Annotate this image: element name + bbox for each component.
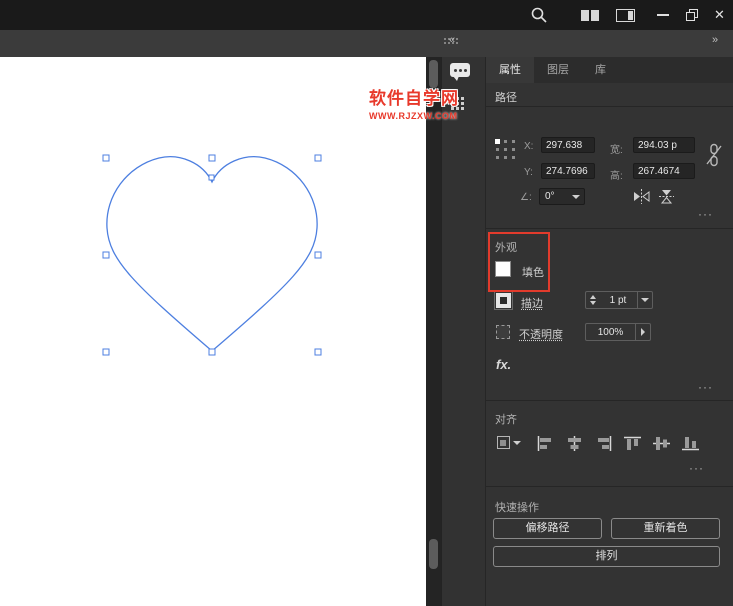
scrollbar-thumb[interactable]	[429, 539, 438, 569]
chevron-down-icon	[513, 440, 521, 445]
fill-color-swatch[interactable]	[496, 262, 510, 276]
align-more-options[interactable]: ···	[689, 461, 704, 475]
opacity-control[interactable]: 100%	[585, 323, 651, 341]
layout-icon	[615, 8, 635, 22]
stroke-weight-value[interactable]: 1 pt	[599, 292, 637, 308]
x-input[interactable]: 297.638	[541, 137, 595, 153]
height-label: 高:	[610, 171, 623, 182]
titlebar: ✕	[0, 0, 733, 30]
width-input[interactable]: 294.03 p	[633, 137, 695, 153]
fill-label: 填色	[522, 267, 544, 279]
panel-icon-dock	[441, 57, 485, 606]
stroke-weight-dropdown-icon[interactable]	[638, 292, 652, 308]
arrange-documents-icon[interactable]	[578, 0, 602, 30]
align-bottom-icon[interactable]	[681, 435, 700, 457]
minimize-button[interactable]	[649, 0, 676, 30]
y-label: Y:	[524, 167, 533, 178]
width-label: 宽:	[610, 145, 623, 156]
minimize-icon	[656, 14, 669, 16]
quick-actions-title: 快速操作	[495, 502, 539, 514]
rotation-angle-select[interactable]: 0°	[539, 188, 585, 205]
tab-libraries[interactable]: 库	[582, 57, 619, 83]
stroke-weight-control[interactable]: 1 pt	[585, 291, 653, 309]
tab-properties[interactable]: 属性	[486, 57, 534, 83]
transform-more-options[interactable]: ···	[698, 207, 713, 221]
height-input[interactable]: 267.4674	[633, 163, 695, 179]
align-top-icon[interactable]	[623, 435, 642, 457]
artboard[interactable]	[0, 57, 426, 606]
stroke-weight-stepper[interactable]	[586, 292, 599, 308]
appearance-section-title: 外观	[495, 242, 517, 254]
flip-vertical-icon[interactable]	[658, 188, 675, 210]
properties-panel: 属性 图层 库 路径 X: 297.638 宽: 294.03 p Y: 274…	[485, 57, 733, 606]
divider	[486, 400, 733, 401]
opacity-link[interactable]: 不透明度	[519, 326, 563, 342]
scrollbar-thumb-top[interactable]	[429, 60, 438, 88]
align-to-selector[interactable]	[497, 436, 521, 449]
divider	[486, 106, 733, 107]
align-to-artboard-icon	[497, 436, 510, 449]
divider	[486, 486, 733, 487]
align-vertical-center-icon[interactable]	[652, 435, 671, 457]
appearance-more-options[interactable]: ···	[698, 380, 713, 394]
arrange-button[interactable]: 排列	[493, 546, 720, 567]
heart-shape[interactable]	[0, 57, 426, 606]
x-label: X:	[524, 141, 534, 152]
stroke-link[interactable]: 描边	[521, 295, 543, 311]
opacity-swatch[interactable]	[496, 325, 510, 339]
align-section-title: 对齐	[495, 414, 517, 426]
vertical-scrollbar[interactable]	[426, 57, 441, 606]
align-horizontal-center-icon[interactable]	[565, 435, 584, 457]
y-input[interactable]: 274.7696	[541, 163, 595, 179]
tab-layers[interactable]: 图层	[534, 57, 582, 83]
collapse-dock-left-icon[interactable]: «	[449, 34, 455, 46]
effects-button[interactable]: fx.	[496, 357, 511, 372]
comments-panel-icon[interactable]	[450, 63, 470, 81]
restore-icon	[685, 9, 698, 21]
restore-button[interactable]	[678, 0, 705, 30]
flip-horizontal-icon[interactable]	[632, 188, 651, 210]
chevron-down-icon	[572, 195, 580, 199]
align-left-icon[interactable]	[536, 435, 555, 457]
rotation-angle-value: 0°	[545, 191, 555, 202]
libraries-panel-icon[interactable]	[451, 97, 454, 100]
offset-path-button[interactable]: 偏移路径	[493, 518, 602, 539]
stroke-color-swatch[interactable]	[494, 291, 513, 310]
align-right-icon[interactable]	[594, 435, 613, 457]
search-icon[interactable]	[527, 0, 551, 30]
opacity-value[interactable]: 100%	[586, 324, 635, 340]
recolor-button[interactable]: 重新着色	[611, 518, 720, 539]
selection-handles	[102, 154, 322, 356]
constrain-proportions-icon[interactable]	[705, 143, 723, 172]
selected-object-type: 路径	[495, 92, 517, 104]
close-button[interactable]: ✕	[706, 0, 733, 30]
panel-tabs: 属性 图层 库	[486, 57, 733, 83]
control-bar: « »	[0, 30, 733, 57]
reference-point-selector[interactable]	[495, 139, 517, 161]
collapse-dock-right-icon[interactable]: »	[712, 34, 718, 46]
heart-path	[106, 156, 318, 352]
opacity-chevron-right-icon[interactable]	[636, 324, 650, 340]
workspace-switcher-icon[interactable]	[613, 0, 637, 30]
angle-label: ∠:	[520, 192, 532, 203]
panel-grip-dots[interactable]	[444, 38, 446, 40]
divider	[486, 228, 733, 229]
tile-icon	[581, 9, 599, 21]
